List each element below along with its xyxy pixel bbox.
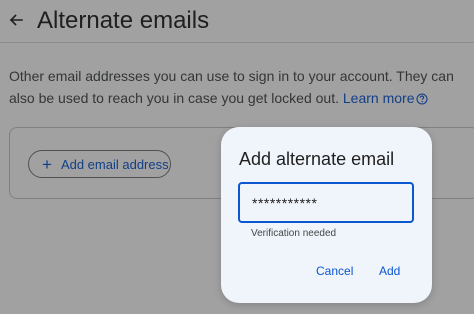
add-alternate-email-dialog: Add alternate email *********** Verifica… <box>221 127 432 303</box>
dialog-title: Add alternate email <box>239 149 395 169</box>
add-button[interactable]: Add <box>379 263 400 279</box>
email-input-value: *********** <box>252 195 318 211</box>
email-input[interactable]: *********** <box>238 182 414 223</box>
cancel-button[interactable]: Cancel <box>316 263 353 279</box>
verification-helper-text: Verification needed <box>251 228 337 239</box>
